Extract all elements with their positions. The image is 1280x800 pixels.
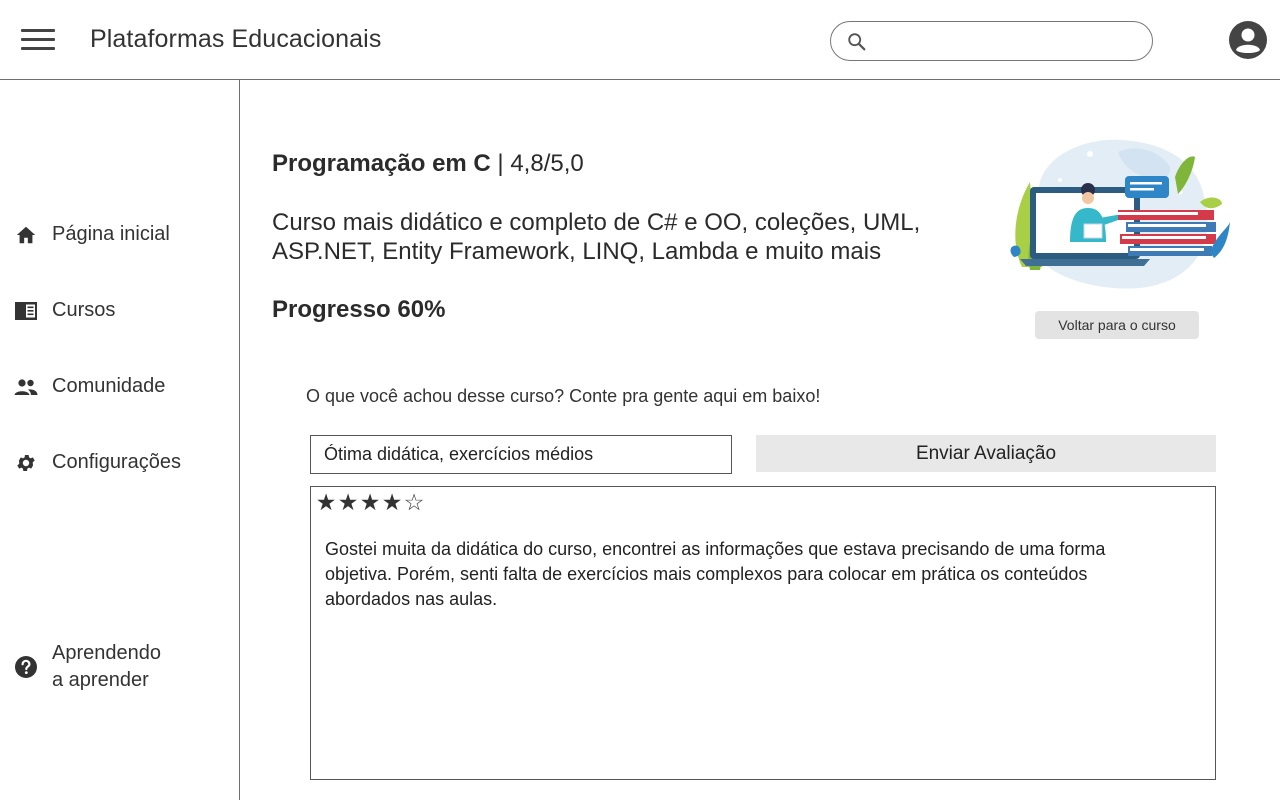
home-icon bbox=[14, 223, 38, 247]
course-rating: | 4,8/5,0 bbox=[490, 150, 584, 177]
sidebar-item-label: Página inicial bbox=[52, 223, 170, 245]
review-text-area[interactable]: Gostei muita da didática do curso, encon… bbox=[325, 537, 1175, 757]
course-name: Programação em C bbox=[272, 150, 491, 177]
search-icon bbox=[848, 33, 866, 51]
sidebar-item-label: Configurações bbox=[52, 451, 181, 473]
course-description: Curso mais didático e completo de C# e O… bbox=[272, 209, 921, 265]
help-icon bbox=[14, 655, 38, 679]
star-rating[interactable]: ★ ★ ★ ★ ☆ bbox=[315, 489, 425, 515]
app-title: Plataformas Educacionais bbox=[90, 25, 382, 53]
help-label-line2: a aprender bbox=[52, 669, 149, 691]
review-box: ★ ★ ★ ★ ☆ Gostei muita da didática do curso,… bbox=[310, 486, 1216, 780]
account-avatar-icon[interactable] bbox=[1228, 20, 1268, 60]
course-illustration bbox=[1010, 139, 1230, 289]
courses-icon bbox=[14, 299, 38, 323]
sidebar-item-label: Aprendendo a aprender bbox=[52, 640, 161, 694]
star-filled-icon[interactable]: ★ bbox=[315, 489, 337, 515]
people-icon bbox=[14, 375, 38, 399]
sidebar-item-courses[interactable]: Cursos bbox=[14, 297, 115, 324]
hamburger-menu-icon[interactable] bbox=[20, 26, 56, 54]
back-to-course-button[interactable]: Voltar para o curso bbox=[1035, 311, 1199, 339]
sidebar-nav: Página inicial Cursos Comunidade Configu… bbox=[0, 80, 240, 800]
star-filled-icon[interactable]: ★ bbox=[359, 489, 381, 515]
course-title: Programação em C | 4,8/5,0 bbox=[272, 150, 584, 178]
star-filled-icon[interactable]: ★ bbox=[381, 489, 403, 515]
search-bar[interactable] bbox=[830, 21, 1153, 61]
sidebar-item-learning-to-learn[interactable]: Aprendendo a aprender bbox=[14, 640, 161, 694]
help-label-line1: Aprendendo bbox=[52, 642, 161, 664]
review-prompt: O que você achou desse curso? Conte pra … bbox=[306, 386, 821, 406]
sidebar-item-community[interactable]: Comunidade bbox=[14, 373, 165, 400]
sidebar-item-label: Comunidade bbox=[52, 375, 166, 397]
sidebar-item-home[interactable]: Página inicial bbox=[14, 221, 170, 248]
search-input[interactable] bbox=[875, 28, 1135, 54]
progress-label: Progresso 60% bbox=[272, 296, 446, 323]
submit-review-button[interactable]: Enviar Avaliação bbox=[756, 435, 1216, 472]
top-app-bar: Plataformas Educacionais bbox=[0, 0, 1280, 80]
star-empty-icon[interactable]: ☆ bbox=[403, 489, 425, 515]
star-filled-icon[interactable]: ★ bbox=[337, 489, 359, 515]
sidebar-item-settings[interactable]: Configurações bbox=[14, 449, 181, 476]
gear-icon bbox=[14, 451, 38, 475]
review-title-input[interactable] bbox=[310, 435, 732, 474]
sidebar-item-label: Cursos bbox=[52, 299, 116, 321]
